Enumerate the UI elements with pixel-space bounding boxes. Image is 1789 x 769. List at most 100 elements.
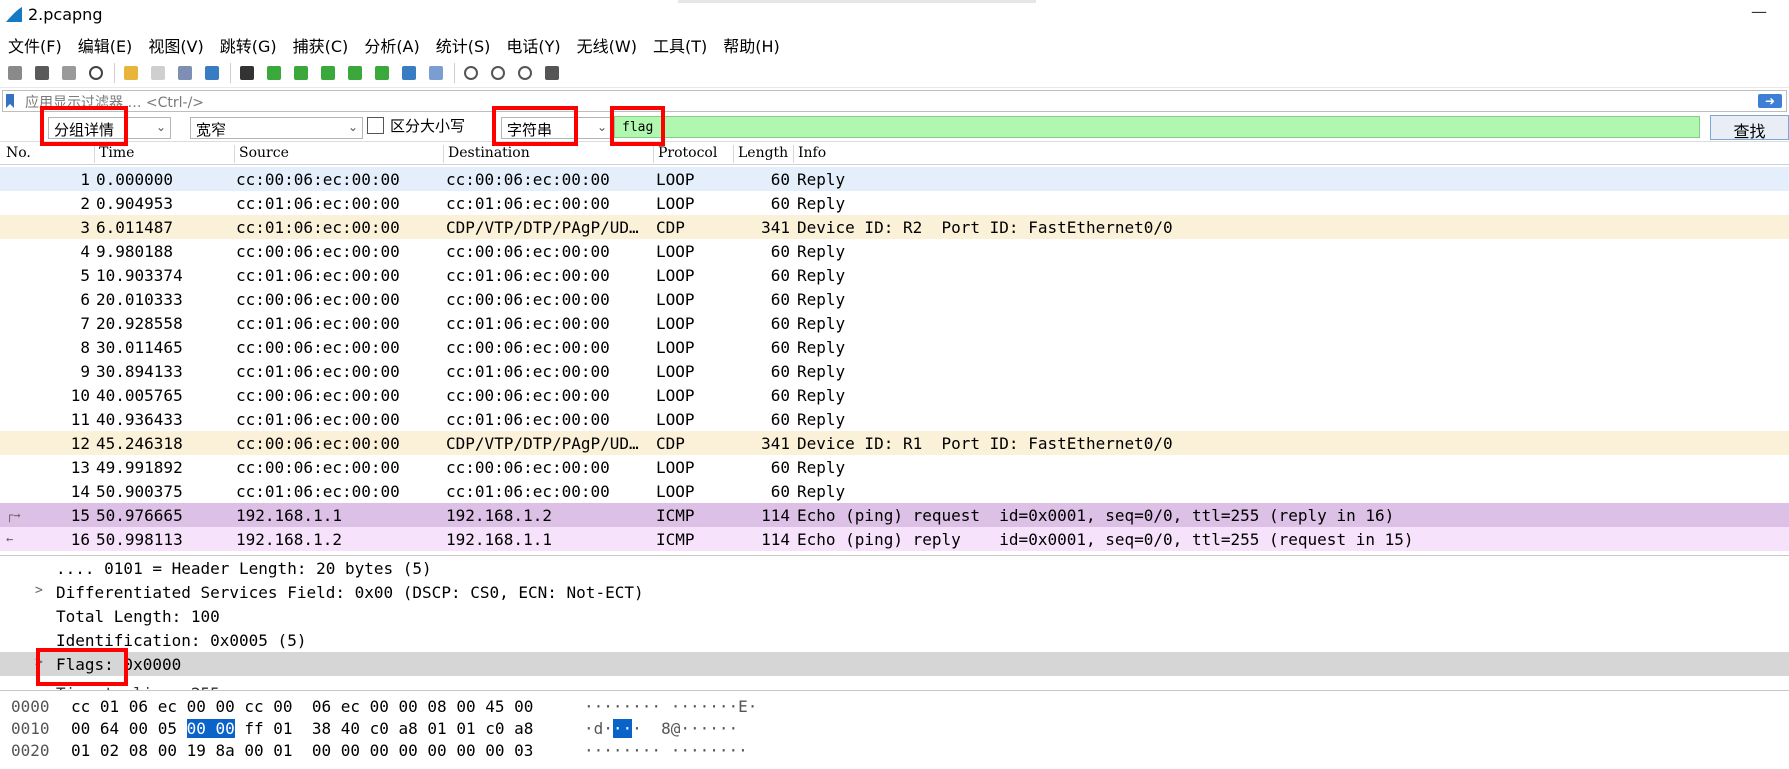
packet-destination: cc:00:06:ec:00:00	[446, 242, 610, 261]
packet-row[interactable]: 10 40.005765 cc:00:06:ec:00:00 cc:00:06:ec:…	[0, 383, 1789, 407]
apply-filter-arrow-icon[interactable]: ➜	[1758, 94, 1782, 108]
packet-no: 7	[80, 314, 90, 333]
menu-item[interactable]: 电话(Y)	[506, 30, 570, 56]
zoom-in-icon[interactable]	[460, 62, 482, 84]
packet-row[interactable]: 11 40.936433 cc:01:06:ec:00:00 cc:01:06:ec:…	[0, 407, 1789, 431]
go-to-packet-icon[interactable]	[317, 62, 339, 84]
column-header-no[interactable]: No.	[2, 145, 94, 163]
packet-list-header: No. Time Source Destination Protocol Len…	[0, 143, 1789, 165]
case-sensitive-checkbox[interactable]	[367, 117, 384, 134]
column-header-info[interactable]: Info	[793, 145, 1783, 163]
search-type-dropdown[interactable]: 字符串 ⌄	[501, 117, 612, 139]
expand-chevron-icon[interactable]: >	[35, 583, 43, 598]
packet-row[interactable]: 14 50.900375 cc:01:06:ec:00:00 cc:01:06:ec:…	[0, 479, 1789, 503]
packet-time: 50.900375	[96, 482, 183, 501]
packet-row[interactable]: 8 30.011465 cc:00:06:ec:00:00 cc:00:06:ec:0…	[0, 335, 1789, 359]
packet-info: Reply	[797, 362, 846, 381]
go-last-icon[interactable]	[371, 62, 393, 84]
zoom-out-icon[interactable]	[487, 62, 509, 84]
colorize-icon[interactable]	[425, 62, 447, 84]
bytes-ascii: ········ ········	[584, 741, 748, 760]
detail-tree-item[interactable]: Total Length: 100	[0, 604, 1789, 628]
packet-time: 20.928558	[96, 314, 183, 333]
shark-fin-start-icon[interactable]	[4, 62, 26, 84]
expand-chevron-icon[interactable]: >	[35, 655, 43, 670]
packet-protocol: LOOP	[656, 458, 695, 477]
column-header-destination[interactable]: Destination	[443, 145, 653, 163]
bookmark-icon[interactable]	[6, 94, 14, 108]
capture-options-icon[interactable]	[85, 62, 107, 84]
bytes-offset: 0020	[11, 741, 50, 760]
menu-item[interactable]: 跳转(G)	[220, 30, 287, 56]
column-header-length[interactable]: Length	[733, 145, 793, 163]
packet-length: 60	[770, 410, 790, 429]
normal-size-icon[interactable]	[514, 62, 536, 84]
menu-item[interactable]: 统计(S)	[436, 30, 501, 56]
packet-list: No. Time Source Destination Protocol Len…	[0, 143, 1789, 552]
go-back-icon[interactable]	[263, 62, 285, 84]
detail-tree-item[interactable]: > Flags: 0x0000	[0, 652, 1789, 676]
menu-item[interactable]: 分析(A)	[364, 30, 429, 56]
packet-source: cc:01:06:ec:00:00	[236, 314, 400, 333]
search-in-dropdown[interactable]: 分组详情 ⌄	[48, 117, 171, 139]
minimize-button[interactable]: —	[1751, 2, 1767, 21]
menu-item[interactable]: 工具(T)	[653, 30, 717, 56]
packet-length: 60	[770, 362, 790, 381]
packet-row[interactable]: ┌→ 15 50.976665 192.168.1.1 192.168.1.2 ICMP 1…	[0, 503, 1789, 527]
menu-item[interactable]: 帮助(H)	[723, 30, 790, 56]
menu-item[interactable]: 编辑(E)	[78, 30, 143, 56]
bytes-hex: 01 02 08 00 19 8a 00 01 00 00 00 00 00 0…	[71, 741, 533, 760]
packet-time: 30.011465	[96, 338, 183, 357]
column-header-protocol[interactable]: Protocol	[653, 145, 733, 163]
packet-row[interactable]: 12 45.246318 cc:00:06:ec:00:00 CDP/VTP/DTP/…	[0, 431, 1789, 455]
reload-icon[interactable]	[201, 62, 223, 84]
display-filter-input[interactable]: 应用显示过滤器 … <Ctrl-/>	[25, 92, 204, 112]
resize-columns-icon[interactable]	[541, 62, 563, 84]
search-input[interactable]: flag	[614, 116, 1700, 138]
packet-source: cc:00:06:ec:00:00	[236, 242, 400, 261]
save-file-icon[interactable]	[147, 62, 169, 84]
go-forward-icon[interactable]	[290, 62, 312, 84]
column-header-source[interactable]: Source	[234, 145, 443, 163]
packet-source: 192.168.1.2	[236, 530, 342, 549]
menu-item[interactable]: 无线(W)	[577, 30, 647, 56]
packet-row[interactable]: 13 49.991892 cc:00:06:ec:00:00 cc:00:06:ec:…	[0, 455, 1789, 479]
packet-source: cc:01:06:ec:00:00	[236, 266, 400, 285]
bytes-hex: cc 01 06 ec 00 00 cc 00 06 ec 00 00 08 0…	[71, 697, 533, 716]
packet-source: 192.168.1.1	[236, 506, 342, 525]
packet-protocol: LOOP	[656, 242, 695, 261]
packet-time: 9.980188	[96, 242, 174, 261]
menu-item[interactable]: 捕获(C)	[293, 30, 359, 56]
menu-item[interactable]: 视图(V)	[148, 30, 213, 56]
packet-no: 14	[70, 482, 90, 501]
packet-row[interactable]: ← 16 50.998113 192.168.1.2 192.168.1.1 ICMP 11…	[0, 527, 1789, 551]
detail-tree-item[interactable]: > Differentiated Services Field: 0x00 (DS…	[0, 580, 1789, 604]
column-header-time[interactable]: Time	[94, 145, 234, 163]
find-packet-icon[interactable]	[236, 62, 258, 84]
packet-row[interactable]: 1 0.000000 cc:00:06:ec:00:00 cc:00:06:ec:00…	[0, 167, 1789, 191]
find-button[interactable]: 查找	[1710, 115, 1789, 141]
packet-row[interactable]: 5 10.903374 cc:01:06:ec:00:00 cc:01:06:ec:0…	[0, 263, 1789, 287]
packet-row[interactable]: 6 20.010333 cc:00:06:ec:00:00 cc:00:06:ec:0…	[0, 287, 1789, 311]
auto-scroll-icon[interactable]	[398, 62, 420, 84]
open-file-icon[interactable]	[120, 62, 142, 84]
packet-info: Echo (ping) request id=0x0001, seq=0/0, …	[797, 506, 1395, 525]
display-filter-bar[interactable]: 应用显示过滤器 … <Ctrl-/> ➜	[2, 90, 1787, 112]
menu-item[interactable]: 文件(F)	[8, 30, 72, 56]
detail-tree-item[interactable]: .... 0101 = Header Length: 20 bytes (5)	[0, 556, 1789, 580]
packet-destination: cc:00:06:ec:00:00	[446, 386, 610, 405]
packet-row[interactable]: 7 20.928558 cc:01:06:ec:00:00 cc:01:06:ec:0…	[0, 311, 1789, 335]
detail-tree-item[interactable]: Time to live: 255	[0, 676, 1789, 690]
packet-row[interactable]: 9 30.894133 cc:01:06:ec:00:00 cc:01:06:ec:0…	[0, 359, 1789, 383]
packet-row[interactable]: 4 9.980188 cc:00:06:ec:00:00 cc:00:06:ec:00…	[0, 239, 1789, 263]
packet-protocol: LOOP	[656, 290, 695, 309]
close-file-icon[interactable]	[174, 62, 196, 84]
charset-dropdown[interactable]: 宽窄 ⌄	[190, 117, 363, 139]
stop-icon[interactable]	[31, 62, 53, 84]
packet-row[interactable]: 2 0.904953 cc:01:06:ec:00:00 cc:01:06:ec:00…	[0, 191, 1789, 215]
packet-row[interactable]: 3 6.011487 cc:01:06:ec:00:00 CDP/VTP/DTP/PA…	[0, 215, 1789, 239]
go-first-icon[interactable]	[344, 62, 366, 84]
packet-protocol: LOOP	[656, 194, 695, 213]
restart-icon[interactable]	[58, 62, 80, 84]
detail-tree-item[interactable]: Identification: 0x0005 (5)	[0, 628, 1789, 652]
